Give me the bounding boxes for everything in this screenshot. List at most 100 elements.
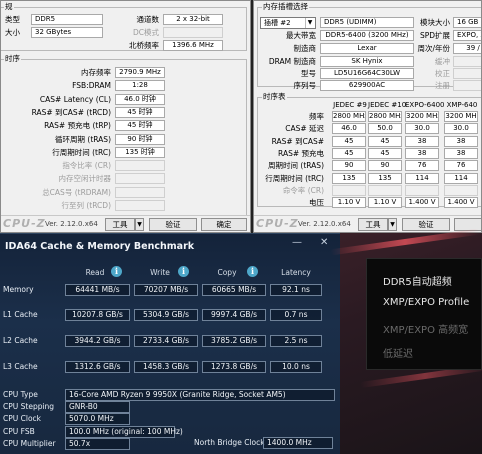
timing-cell <box>405 184 439 196</box>
latency-value: 10.0 ns <box>270 361 322 373</box>
channels-value: 2 x 32-bit <box>163 14 223 25</box>
validate-button[interactable]: 验证 <box>402 218 450 231</box>
timing-cell <box>444 184 478 196</box>
copy-info-icon[interactable]: i <box>247 266 258 277</box>
timing-cell: 1.400 V <box>405 197 439 209</box>
timing-cell: 38 <box>444 147 478 159</box>
menu-item[interactable]: XMP/EXPO Profile <box>383 297 469 308</box>
tools-button[interactable]: 工具 <box>105 218 135 231</box>
cpu-info-value: GNR-B0 <box>65 401 130 414</box>
menu-item[interactable]: DDR5自动超频 <box>383 273 452 288</box>
serial-value: 629900AC <box>320 80 414 91</box>
validate-button[interactable]: 验证 <box>149 218 197 231</box>
cpu-info-value: 5070.0 MHz <box>65 413 130 426</box>
cpu-info-label: CPU Stepping <box>3 402 55 412</box>
slot-group-title: 内存插槽选择 <box>262 2 309 12</box>
timing-row-label: 频率 <box>309 112 324 121</box>
timing-label: 内存空闲计时器 <box>58 174 112 184</box>
type-value: DDR5 <box>31 14 103 25</box>
channels-label: 通道数 <box>136 15 160 24</box>
timing-cell: 3200 MHz <box>405 111 439 122</box>
write-value: 70207 MB/s <box>134 284 198 296</box>
copy-value: 1273.8 GB/s <box>202 361 266 373</box>
timing-row-label: 周期时间 (tRAS) <box>268 161 324 171</box>
read-value: 10207.8 GB/s <box>65 309 130 321</box>
nb-clock-value: 1400.0 MHz <box>263 437 333 449</box>
decor-streak <box>330 228 480 256</box>
timing-cell: 46.0 <box>332 123 366 135</box>
timing-row-label: RAS# 到CAS# <box>271 136 324 146</box>
timing-cell: 76 <box>405 160 439 172</box>
benchmark-row-label: Memory <box>3 285 34 294</box>
write-value: 1458.3 GB/s <box>134 361 198 373</box>
window-title: IDA64 Cache & Memory Benchmark <box>5 241 195 252</box>
cpuz-logo: CPU-Z <box>256 217 299 230</box>
bios-overclock-menu: DDR5自动超频 XMP/EXPO Profile XMP/EXPO 高频宽 低延迟 <box>366 258 482 370</box>
latency-value: 2.5 ns <box>270 335 322 347</box>
timing-cell <box>368 184 402 196</box>
write-header: Write <box>150 268 170 277</box>
timing-cell: 2800 MHz <box>332 111 366 122</box>
timing-cell: 135 <box>368 172 402 184</box>
timing-cell: 3200 MH <box>444 111 478 122</box>
timing-label: 行至列 (tRCD) <box>61 201 111 210</box>
timing-column-header: EXPO-6400 <box>405 101 445 109</box>
week-year-label: 周次/年份 <box>417 44 450 53</box>
minimize-icon[interactable]: — <box>292 237 302 248</box>
cpuz-spd-window: 内存插槽选择 插槽 #2 ▼ DDR5 (UDIMM) 模块大小 16 GB 最… <box>253 0 482 233</box>
module-size-value: 16 GB <box>453 17 481 28</box>
copy-value: 3785.2 GB/s <box>202 335 266 347</box>
timing-cell: 1.400 V <box>444 197 478 209</box>
timing-column-header: JEDEC #10 <box>368 101 407 109</box>
read-header: Read <box>85 268 105 277</box>
timing-value: 2790.9 MHz <box>115 67 165 78</box>
timing-cell: 38 <box>444 135 478 147</box>
size-label: 大小 <box>5 28 20 37</box>
timing-cell: 50.0 <box>368 123 402 135</box>
manufacturer-label: 制造商 <box>293 44 317 53</box>
timing-value: 1:28 <box>115 80 165 92</box>
timings-group-title: 时序 <box>4 54 21 64</box>
timing-cell: 1.10 V <box>368 197 402 209</box>
nb-freq-value: 1396.6 MHz <box>163 40 223 51</box>
timing-value <box>115 186 165 198</box>
dram-manufacturer-label: DRAM 制造商 <box>268 57 316 66</box>
tools-button[interactable]: 工具 <box>358 218 388 231</box>
cpu-info-value: 50.7x <box>65 437 130 450</box>
cpuz-left-footer: CPU-Z Ver. 2.12.0.x64 工具 ▼ 验证 确定 <box>1 215 250 232</box>
spd-ext-label: SPD扩展 <box>419 31 450 40</box>
tools-dropdown-arrow-icon[interactable]: ▼ <box>388 218 397 231</box>
benchmark-row-label: L2 Cache <box>3 336 38 345</box>
manufacturer-value: Lexar <box>320 43 414 54</box>
timing-cell: 45 <box>332 147 366 159</box>
menu-item: XMP/EXPO 高频宽 <box>383 325 469 336</box>
cpu-info-value: 16-Core AMD Ryzen 9 9950X (Granite Ridge… <box>65 389 335 401</box>
close-icon[interactable]: ✕ <box>320 237 328 248</box>
corrected-label: 校正 <box>435 69 450 78</box>
timing-value: 90 时钟 <box>115 133 165 145</box>
timing-cell: 45 <box>368 147 402 159</box>
timing-cell: 114 <box>405 172 439 184</box>
write-value: 5304.9 GB/s <box>134 309 198 321</box>
nb-clock-label: North Bridge Clock <box>194 438 265 447</box>
timing-label: RAS# 到CAS# (tRCD) <box>31 107 111 117</box>
timing-label: 总CAS号 (tRDRAM) <box>42 187 111 197</box>
timing-value <box>115 200 165 211</box>
read-info-icon[interactable]: i <box>111 266 122 277</box>
timing-row-label: RAS# 预充电 <box>278 148 324 158</box>
timing-label: CAS# Latency (CL) <box>39 94 111 104</box>
tools-dropdown-arrow-icon[interactable]: ▼ <box>135 218 144 231</box>
copy-header: Copy <box>217 268 237 277</box>
copy-value: 60665 MB/s <box>202 284 266 296</box>
model-label: 型号 <box>301 69 316 78</box>
aida64-benchmark-window: IDA64 Cache & Memory Benchmark — ✕ Read … <box>0 233 340 454</box>
ok-button[interactable]: 确定 <box>201 218 247 231</box>
read-value: 1312.6 GB/s <box>65 361 130 373</box>
slot-select[interactable]: 插槽 #2 ▼ <box>260 17 316 29</box>
cpuz-logo: CPU-Z <box>3 217 46 230</box>
timing-cell: 30.0 <box>444 123 478 135</box>
version-text: Ver. 2.12.0.x64 <box>298 220 351 228</box>
write-info-icon[interactable]: i <box>178 266 189 277</box>
dc-mode-value <box>163 27 223 38</box>
timing-row-label: CAS# 延迟 <box>285 124 324 134</box>
